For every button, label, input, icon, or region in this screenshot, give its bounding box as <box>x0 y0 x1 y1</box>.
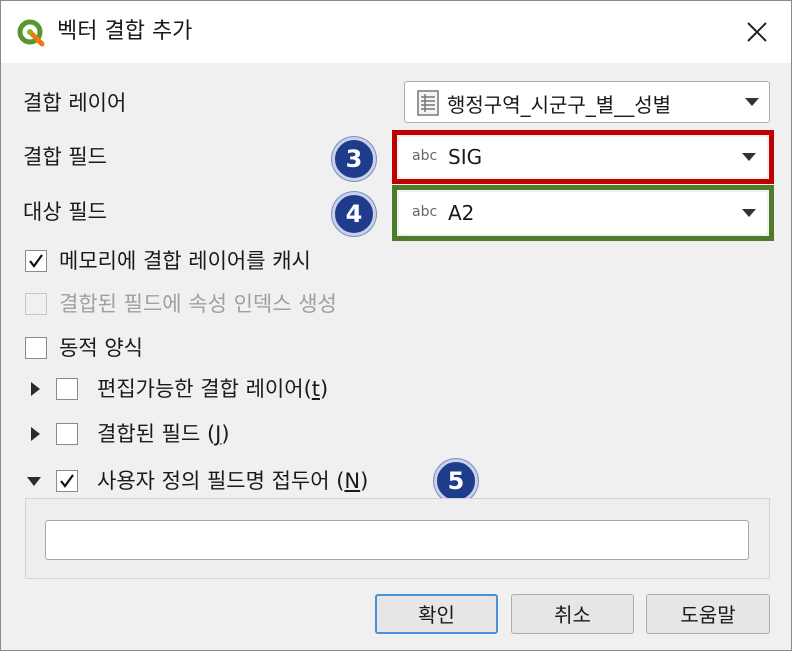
custom-prefix-checkbox[interactable] <box>56 470 78 492</box>
cache-label: 메모리에 결합 레이어를 캐시 <box>59 249 311 273</box>
checkmark-icon <box>60 474 74 488</box>
target-field-label: 대상 필드 <box>23 200 107 224</box>
join-layer-label: 결합 레이어 <box>23 91 127 115</box>
title-bar: 벡터 결합 추가 <box>1 1 791 63</box>
target-field-combo[interactable]: abc A2 <box>399 192 767 234</box>
expand-arrow-icon[interactable] <box>31 382 40 396</box>
dynamic-form-label: 동적 양식 <box>59 336 143 360</box>
close-icon[interactable] <box>743 18 771 46</box>
checkmark-icon <box>29 254 43 268</box>
join-layer-combo[interactable]: 행정구역_시군구_별__성별 <box>404 81 770 123</box>
chevron-down-icon <box>742 209 756 217</box>
string-type-icon: abc <box>412 148 438 164</box>
joined-fields-checkbox[interactable] <box>56 423 78 445</box>
join-layer-value: 행정구역_시군구_별__성별 <box>447 93 671 117</box>
ok-button[interactable]: 확인 <box>375 594 498 634</box>
table-icon <box>417 90 439 120</box>
qgis-logo-icon <box>17 19 45 47</box>
custom-prefix-label: 사용자 정의 필드명 접두어 (N) <box>97 469 369 493</box>
dynamic-form-checkbox[interactable] <box>25 337 47 359</box>
cache-checkbox[interactable] <box>25 250 47 272</box>
join-field-value: SIG <box>448 145 483 169</box>
join-field-combo[interactable]: abc SIG <box>399 137 767 177</box>
cancel-button[interactable]: 취소 <box>511 594 634 634</box>
index-label: 결합된 필드에 속성 인덱스 생성 <box>59 292 337 316</box>
add-vector-join-dialog: 벡터 결합 추가 결합 레이어 행정구역_시군구_별__성별 결합 필드 abc… <box>0 0 792 651</box>
editable-join-checkbox[interactable] <box>56 378 78 400</box>
join-field-label: 결합 필드 <box>23 145 107 169</box>
index-checkbox <box>25 293 47 315</box>
step-badge-5: 5 <box>434 459 478 503</box>
joined-fields-label: 결합된 필드 (J) <box>97 422 230 446</box>
target-field-value: A2 <box>448 201 475 225</box>
step-badge-4: 4 <box>332 192 376 236</box>
window-title: 벡터 결합 추가 <box>57 19 193 44</box>
string-type-icon: abc <box>412 204 438 220</box>
help-button[interactable]: 도움말 <box>646 594 770 634</box>
editable-join-label: 편집가능한 결합 레이어(t) <box>97 377 329 401</box>
collapse-arrow-icon[interactable] <box>27 477 41 486</box>
expand-arrow-icon[interactable] <box>31 427 40 441</box>
prefix-input[interactable] <box>45 520 749 560</box>
step-badge-3: 3 <box>332 137 376 181</box>
chevron-down-icon <box>745 98 759 106</box>
chevron-down-icon <box>742 153 756 161</box>
